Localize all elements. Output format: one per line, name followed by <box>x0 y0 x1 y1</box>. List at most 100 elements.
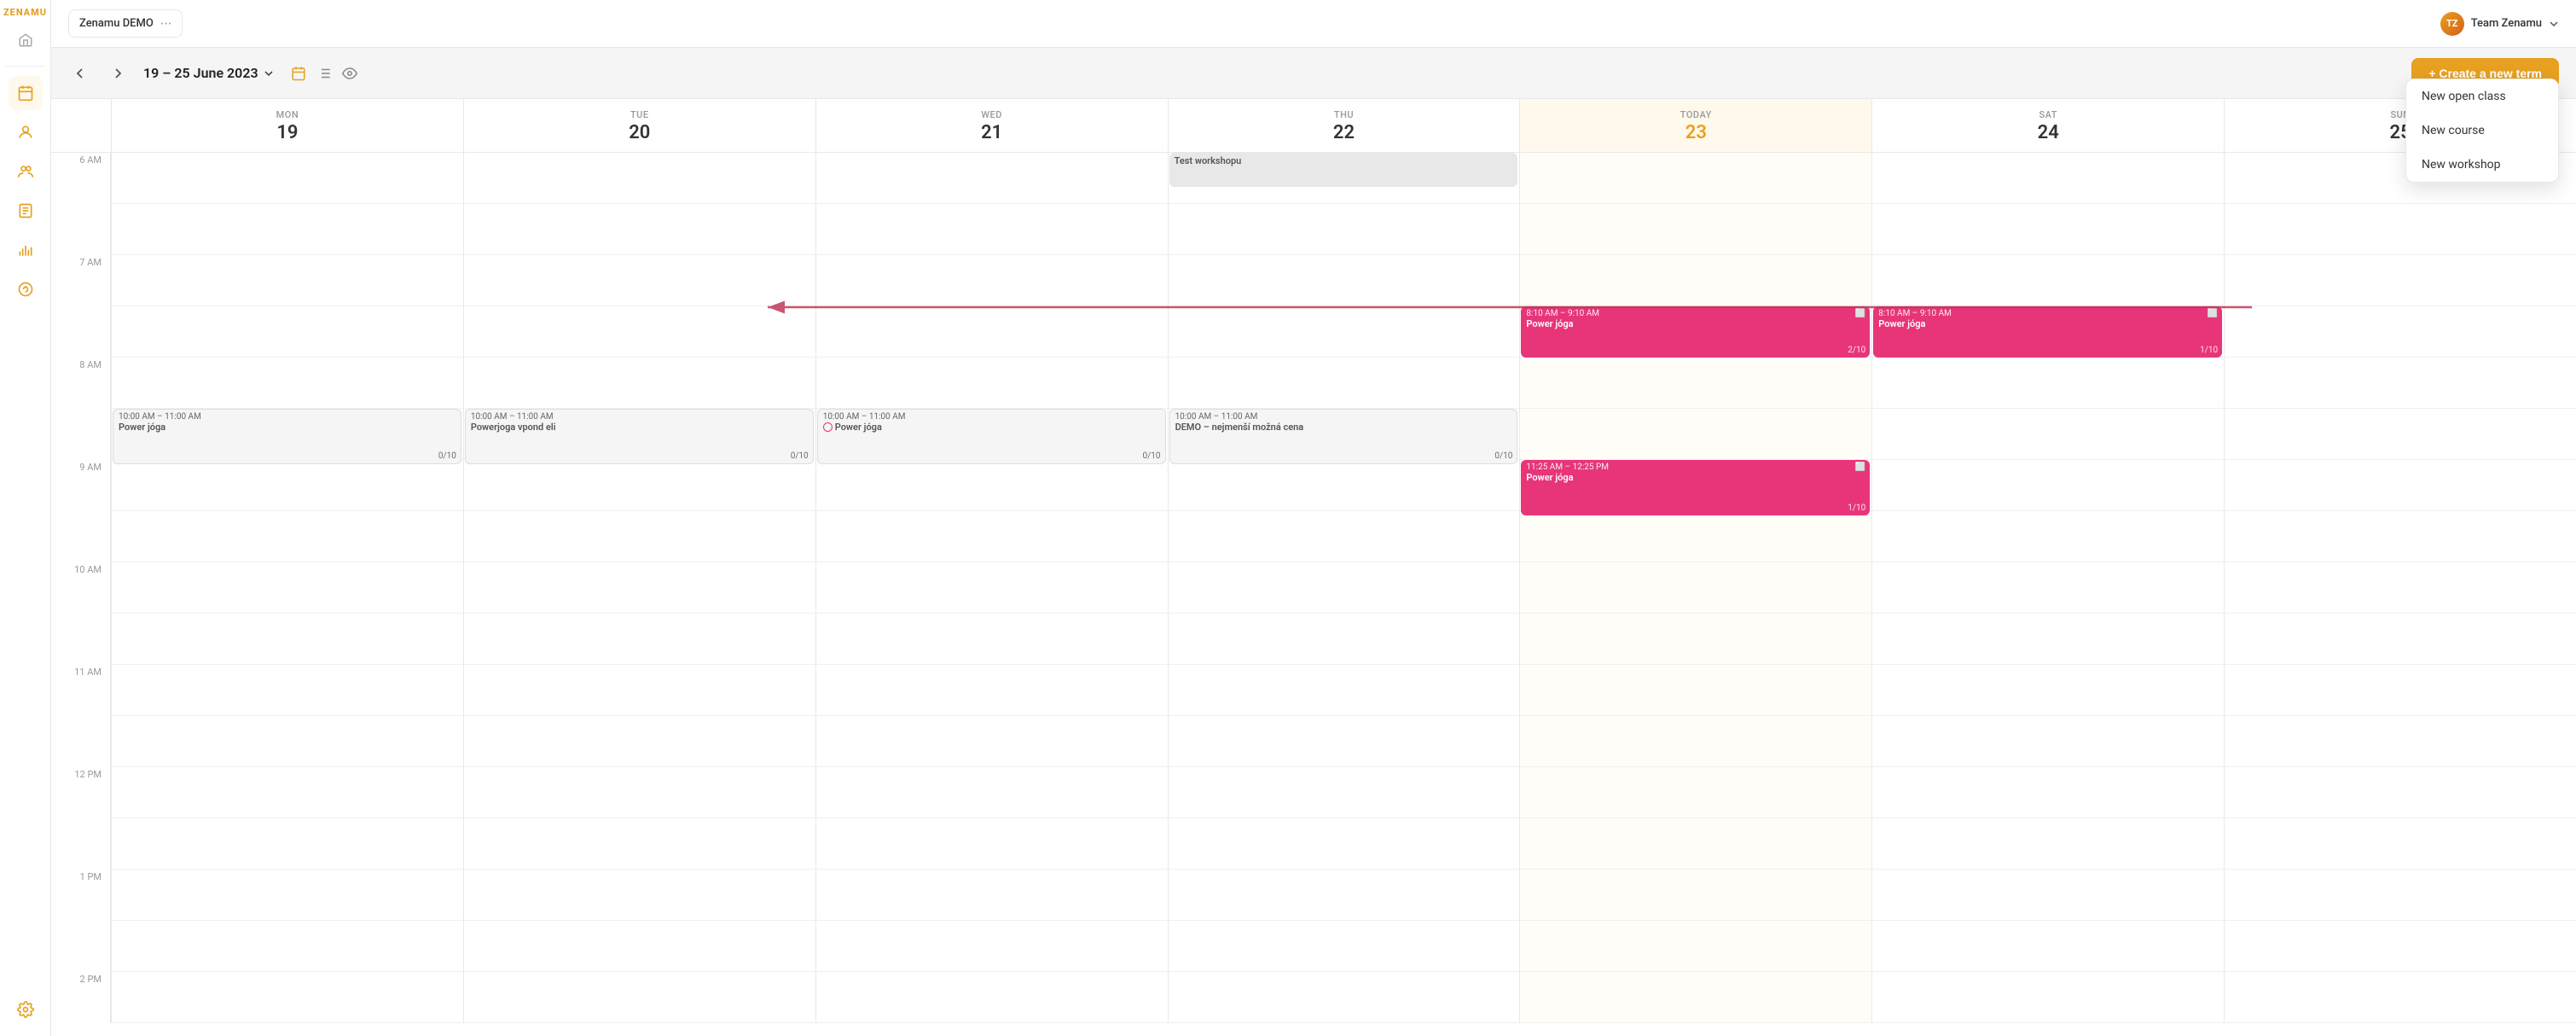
time-cell[interactable] <box>1168 511 1520 562</box>
time-grid-scroll[interactable]: 6 AM7 AM8 AM9 AM10 AM11 AM12 PM1 PM2 PM1… <box>51 153 2576 1036</box>
time-cell[interactable] <box>2224 921 2576 972</box>
sidebar-item-settings[interactable] <box>9 992 43 1027</box>
time-cell[interactable] <box>1871 818 2224 870</box>
time-cell[interactable] <box>1168 460 1520 511</box>
time-cell[interactable] <box>1519 562 1871 614</box>
time-cell[interactable] <box>1871 665 2224 716</box>
time-cell[interactable] <box>1168 921 1520 972</box>
sidebar-item-billing[interactable] <box>9 272 43 306</box>
time-cell[interactable] <box>1871 562 2224 614</box>
time-cell[interactable] <box>463 511 815 562</box>
time-cell[interactable] <box>1168 204 1520 255</box>
time-cell[interactable] <box>2224 409 2576 460</box>
time-cell[interactable] <box>463 306 815 358</box>
dropdown-item-course[interactable]: New course <box>2406 113 2558 148</box>
next-week-button[interactable] <box>106 61 130 85</box>
time-cell[interactable] <box>1519 665 1871 716</box>
time-cell[interactable] <box>815 870 1168 921</box>
time-cell[interactable] <box>815 716 1168 767</box>
time-cell[interactable] <box>463 204 815 255</box>
time-cell[interactable] <box>2224 972 2576 1023</box>
prev-week-button[interactable] <box>68 61 92 85</box>
time-cell[interactable] <box>1168 358 1520 409</box>
time-cell[interactable] <box>1871 204 2224 255</box>
time-cell[interactable] <box>111 818 463 870</box>
calendar-event[interactable]: 10:00 AM – 11:00 AMDEMO – nejmenší možná… <box>1169 409 1518 464</box>
time-cell[interactable] <box>2224 665 2576 716</box>
time-cell[interactable] <box>1871 614 2224 665</box>
time-cell[interactable] <box>1519 716 1871 767</box>
time-cell[interactable] <box>2224 306 2576 358</box>
time-cell[interactable] <box>815 614 1168 665</box>
time-cell[interactable] <box>815 972 1168 1023</box>
time-cell[interactable] <box>815 818 1168 870</box>
sidebar-item-calendar[interactable] <box>9 76 43 110</box>
time-cell[interactable] <box>1519 153 1871 204</box>
time-cell[interactable] <box>463 665 815 716</box>
time-cell[interactable] <box>815 767 1168 818</box>
calendar-event[interactable]: 10:00 AM – 11:00 AMPower jóga0/10 <box>113 409 461 464</box>
time-cell[interactable] <box>2224 870 2576 921</box>
calendar-event[interactable]: 8:10 AM – 9:10 AM⬜Power jóga2/10 <box>1521 306 1870 358</box>
time-cell[interactable] <box>815 460 1168 511</box>
time-cell[interactable] <box>111 204 463 255</box>
sidebar-item-group[interactable] <box>9 154 43 189</box>
time-cell[interactable] <box>1519 409 1871 460</box>
sidebar-item-people[interactable] <box>9 115 43 149</box>
time-cell[interactable] <box>815 153 1168 204</box>
time-cell[interactable] <box>1871 972 2224 1023</box>
date-range[interactable]: 19 – 25 June 2023 <box>143 65 274 81</box>
list-view-icon[interactable] <box>316 66 332 81</box>
user-menu[interactable]: TZ Team Zenamu <box>2440 12 2559 36</box>
time-cell[interactable] <box>2224 614 2576 665</box>
time-cell[interactable] <box>1871 921 2224 972</box>
time-cell[interactable] <box>463 818 815 870</box>
time-cell[interactable] <box>111 306 463 358</box>
time-cell[interactable] <box>463 921 815 972</box>
home-button[interactable] <box>10 25 41 55</box>
time-cell[interactable] <box>463 870 815 921</box>
time-cell[interactable] <box>815 306 1168 358</box>
time-cell[interactable] <box>1168 767 1520 818</box>
time-cell[interactable] <box>463 716 815 767</box>
time-cell[interactable] <box>1168 818 1520 870</box>
time-cell[interactable] <box>1519 870 1871 921</box>
time-cell[interactable] <box>1168 562 1520 614</box>
time-cell[interactable] <box>1168 665 1520 716</box>
time-cell[interactable] <box>2224 204 2576 255</box>
time-cell[interactable] <box>2224 460 2576 511</box>
time-cell[interactable] <box>111 767 463 818</box>
time-cell[interactable] <box>1519 255 1871 306</box>
time-cell[interactable] <box>815 921 1168 972</box>
sidebar-item-notes[interactable] <box>9 194 43 228</box>
time-cell[interactable] <box>815 562 1168 614</box>
time-cell[interactable] <box>1168 306 1520 358</box>
time-cell[interactable] <box>1519 972 1871 1023</box>
time-cell[interactable] <box>111 255 463 306</box>
calendar-view-icon[interactable] <box>291 66 306 81</box>
time-cell[interactable] <box>2224 818 2576 870</box>
time-cell[interactable] <box>463 767 815 818</box>
workspace-more-icon[interactable]: ··· <box>160 15 172 32</box>
time-cell[interactable] <box>2224 767 2576 818</box>
time-cell[interactable] <box>463 255 815 306</box>
time-cell[interactable] <box>1519 204 1871 255</box>
time-cell[interactable] <box>111 511 463 562</box>
visibility-icon[interactable] <box>342 66 357 81</box>
workspace-selector[interactable]: Zenamu DEMO ··· <box>68 9 183 38</box>
time-cell[interactable] <box>2224 511 2576 562</box>
time-cell[interactable] <box>815 358 1168 409</box>
time-cell[interactable] <box>1519 358 1871 409</box>
time-cell[interactable] <box>463 358 815 409</box>
time-cell[interactable] <box>815 255 1168 306</box>
time-cell[interactable] <box>1871 358 2224 409</box>
time-cell[interactable] <box>1168 870 1520 921</box>
time-cell[interactable] <box>463 153 815 204</box>
dropdown-item-open-class[interactable]: New open class <box>2406 79 2558 113</box>
time-cell[interactable] <box>1519 818 1871 870</box>
dropdown-item-workshop[interactable]: New workshop <box>2406 148 2558 182</box>
time-cell[interactable] <box>463 562 815 614</box>
time-cell[interactable] <box>463 614 815 665</box>
time-cell[interactable] <box>1519 614 1871 665</box>
calendar-event[interactable]: 10:00 AM – 11:00 AM Power jóga 0/10 <box>817 409 1166 464</box>
